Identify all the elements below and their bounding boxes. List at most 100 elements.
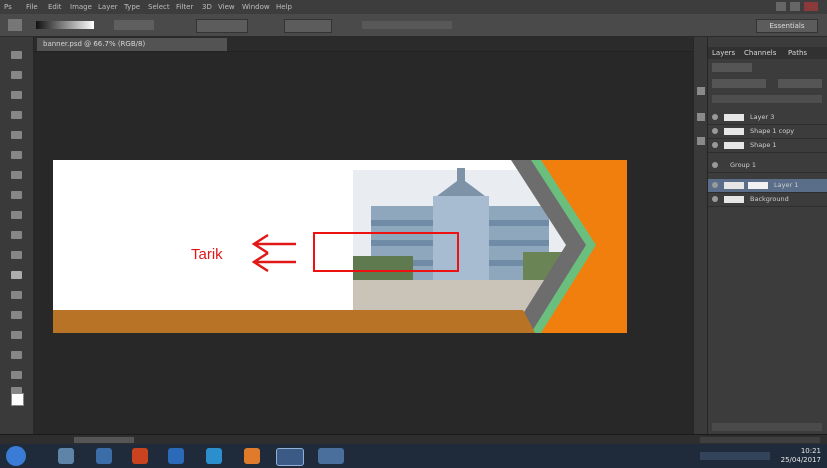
history-brush-tool-icon[interactable] [11, 231, 22, 239]
visibility-eye-icon[interactable] [712, 162, 718, 168]
menu-type[interactable]: Type [124, 1, 140, 13]
tool-preset-icon[interactable] [8, 19, 22, 31]
app4-taskbar-icon[interactable] [318, 448, 344, 464]
layer-name: Layer 1 [774, 181, 799, 189]
system-tray-icons[interactable] [700, 452, 770, 460]
visibility-eye-icon[interactable] [712, 114, 718, 120]
layer-thumbnail [724, 142, 744, 149]
taskbar-clock[interactable]: 10:21 25/04/2017 [781, 447, 821, 465]
visibility-eye-icon[interactable] [712, 196, 718, 202]
marquee-tool-icon[interactable] [11, 71, 22, 79]
mail-taskbar-icon[interactable] [168, 448, 184, 464]
layer-thumbnail [724, 182, 744, 189]
layer-name: Shape 1 copy [750, 127, 795, 135]
layer-name: Layer 3 [750, 113, 775, 121]
document-tab[interactable]: banner.psd @ 66.7% (RGB/8) [37, 38, 227, 51]
menu-3d[interactable]: 3D [202, 1, 212, 13]
menu-filter[interactable]: Filter [176, 1, 193, 13]
opacity-input[interactable] [778, 79, 822, 88]
menu-select[interactable]: Select [148, 1, 170, 13]
quick-select-tool-icon[interactable] [11, 111, 22, 119]
layer-name: Background [750, 195, 789, 203]
layer-row[interactable]: Layer 3 [708, 111, 827, 125]
clock-date: 25/04/2017 [780, 456, 821, 464]
start-button-icon[interactable] [6, 446, 26, 466]
brush-panel-icon[interactable] [697, 137, 705, 145]
path-select-tool-icon[interactable] [11, 371, 22, 379]
visibility-eye-icon[interactable] [712, 182, 718, 188]
menu-file[interactable]: File [26, 1, 38, 13]
blur-tool-icon[interactable] [11, 291, 22, 299]
layer-thumbnail [724, 196, 744, 203]
document-tab-bar: banner.psd @ 66.7% (RGB/8) [33, 37, 693, 52]
gradient-swatch[interactable] [36, 21, 94, 29]
stripe-fade [403, 310, 535, 333]
app-taskbar-icon[interactable] [96, 448, 112, 464]
mini-bridge-tabs[interactable] [700, 437, 820, 443]
stamp-tool-icon[interactable] [11, 211, 22, 219]
app3-taskbar-icon[interactable] [244, 448, 260, 464]
doc-size-readout [74, 437, 134, 443]
crop-tool-icon[interactable] [11, 131, 22, 139]
menu-edit[interactable]: Edit [48, 1, 62, 13]
menu-bar: Ps File Edit Image Layer Type Select Fil… [0, 0, 827, 14]
move-tool-icon[interactable] [11, 51, 22, 59]
brush-tool-icon[interactable] [11, 191, 22, 199]
layers-panel: Layers Channels Paths Layer 3 Shape 1 co… [707, 37, 827, 434]
eyedropper-tool-icon[interactable] [11, 151, 22, 159]
foreground-color-swatch[interactable] [11, 393, 24, 406]
eraser-tool-icon[interactable] [11, 251, 22, 259]
visibility-eye-icon[interactable] [712, 142, 718, 148]
layer-thumbnail [724, 128, 744, 135]
type-tool-icon[interactable] [11, 351, 22, 359]
menu-layer[interactable]: Layer [98, 1, 118, 13]
workspace-switcher[interactable]: Essentials [756, 19, 818, 33]
opacity-field[interactable] [284, 19, 332, 33]
layer-row[interactable]: Shape 1 copy [708, 125, 827, 139]
annotation-label: Tarik [191, 246, 223, 263]
minimize-icon[interactable] [776, 2, 786, 11]
photoshop-taskbar-icon[interactable] [276, 448, 304, 466]
drag-left-arrow-icon [251, 233, 296, 272]
pen-tool-icon[interactable] [11, 331, 22, 339]
firefox-taskbar-icon[interactable] [132, 448, 148, 464]
menu-view[interactable]: View [218, 1, 235, 13]
visibility-eye-icon[interactable] [712, 128, 718, 134]
maximize-icon[interactable] [790, 2, 800, 11]
reverse-dither-checkboxes[interactable] [362, 21, 452, 29]
lock-fill-row[interactable] [712, 95, 822, 103]
blend-mode-select[interactable] [712, 79, 766, 88]
menu-window[interactable]: Window [242, 1, 270, 13]
history-panel-icon[interactable] [697, 87, 705, 95]
menu-image[interactable]: Image [70, 1, 92, 13]
panel-icon-strip [693, 37, 708, 434]
dodge-tool-icon[interactable] [11, 311, 22, 319]
tab-layers[interactable]: Layers [712, 48, 735, 59]
windows-taskbar: 10:21 25/04/2017 [0, 444, 827, 468]
layer-actions-bar[interactable] [712, 423, 822, 431]
tab-paths[interactable]: Paths [788, 48, 807, 59]
panel-tabs: Layers Channels Paths [708, 47, 827, 59]
layer-thumbnail [724, 114, 744, 121]
layer-row-selected[interactable]: Layer 1 [708, 179, 827, 193]
layer-group-row[interactable]: Group 1 [708, 159, 827, 173]
lasso-tool-icon[interactable] [11, 91, 22, 99]
menu-help[interactable]: Help [276, 1, 292, 13]
gradient-type-buttons[interactable] [114, 20, 154, 30]
mode-select[interactable] [196, 19, 248, 33]
layer-row[interactable]: Background [708, 193, 827, 207]
tab-channels[interactable]: Channels [744, 48, 776, 59]
properties-panel-icon[interactable] [697, 113, 705, 121]
gradient-tool-icon[interactable] [11, 271, 22, 279]
healing-tool-icon[interactable] [11, 171, 22, 179]
layer-name: Shape 1 [750, 141, 777, 149]
close-icon[interactable] [804, 2, 818, 11]
layer-name: Group 1 [730, 161, 756, 169]
app2-taskbar-icon[interactable] [206, 448, 222, 464]
layer-filter-select[interactable] [712, 63, 752, 72]
options-bar: Essentials [0, 14, 827, 37]
layer-row[interactable]: Shape 1 [708, 139, 827, 153]
explorer-taskbar-icon[interactable] [58, 448, 74, 464]
menu-logo[interactable]: Ps [4, 1, 12, 13]
selection-marquee[interactable] [313, 232, 459, 272]
